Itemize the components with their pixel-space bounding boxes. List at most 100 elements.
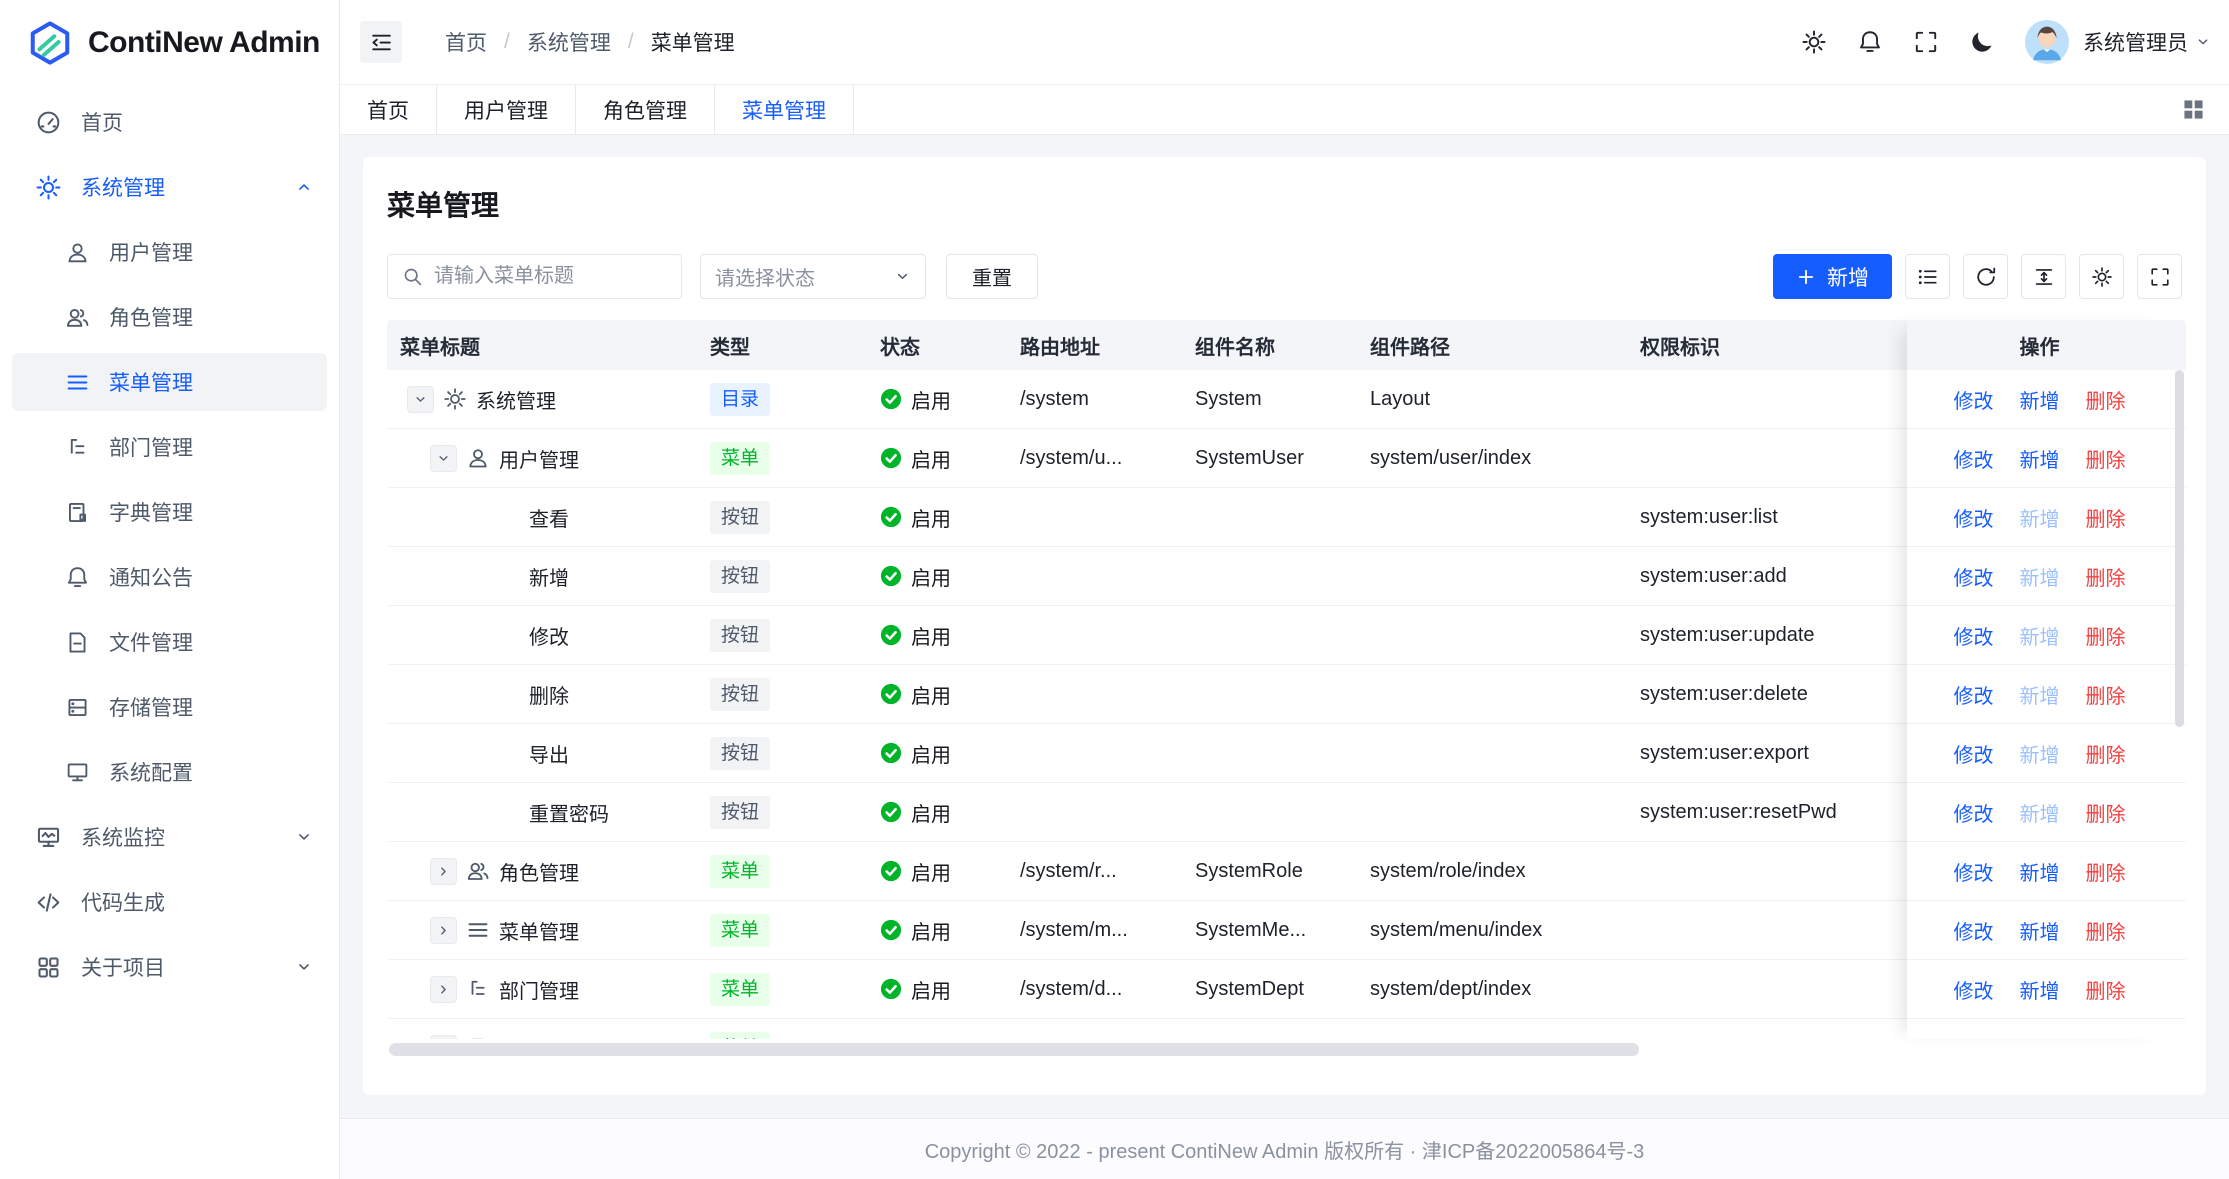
sidebar-item[interactable]: 部门管理	[12, 418, 327, 476]
add-link[interactable]: 新增	[2020, 975, 2060, 1004]
sidebar-item[interactable]: 关于项目	[12, 938, 327, 996]
fullscreen-button[interactable]	[1898, 20, 1954, 64]
status-cell: 启用	[867, 916, 1007, 945]
add-link[interactable]: 新增	[2020, 562, 2060, 591]
search-input[interactable]	[434, 265, 667, 288]
add-link[interactable]: 新增	[2020, 503, 2060, 532]
breadcrumb-item[interactable]: 系统管理	[527, 27, 611, 57]
add-link[interactable]: 新增	[2020, 444, 2060, 473]
add-link[interactable]: 新增	[2020, 916, 2060, 945]
horizontal-scrollbar[interactable]	[389, 1043, 1639, 1056]
sidebar-item[interactable]: 文件管理	[12, 613, 327, 671]
edit-link[interactable]: 修改	[1954, 503, 1994, 532]
gear-button[interactable]	[2079, 254, 2124, 299]
moon-button[interactable]	[1954, 20, 2010, 64]
sidebar-item[interactable]: 角色管理	[12, 288, 327, 346]
menu-title: 系统管理	[476, 385, 556, 414]
app-title: ContiNew Admin	[88, 26, 320, 60]
delete-link[interactable]: 删除	[2086, 916, 2126, 945]
sidebar-item[interactable]: 系统配置	[12, 743, 327, 801]
status-cell: 启用	[867, 562, 1007, 591]
edit-link[interactable]: 修改	[1954, 975, 1994, 1004]
delete-link[interactable]: 删除	[2086, 562, 2126, 591]
delete-link[interactable]: 删除	[2086, 385, 2126, 414]
expand-button[interactable]	[430, 858, 457, 885]
tab[interactable]: 角色管理	[576, 85, 715, 134]
delete-link[interactable]: 删除	[2086, 621, 2126, 650]
tab[interactable]: 菜单管理	[715, 85, 854, 134]
edit-link[interactable]: 修改	[1954, 385, 1994, 414]
type-badge: 按钮	[710, 619, 770, 652]
edit-link[interactable]: 修改	[1954, 562, 1994, 591]
route-cell: /system/u...	[1007, 447, 1182, 470]
actions-column-header: 操作	[1907, 320, 2172, 370]
monitor-icon	[35, 824, 62, 851]
delete-link[interactable]: 删除	[2086, 503, 2126, 532]
delete-link[interactable]: 删除	[2086, 1034, 2126, 1040]
expand-button[interactable]	[430, 1035, 457, 1040]
tab[interactable]: 首页	[340, 85, 437, 134]
breadcrumb-item[interactable]: 菜单管理	[651, 27, 735, 57]
avatar[interactable]	[2024, 19, 2070, 65]
add-link[interactable]: 新增	[2020, 798, 2060, 827]
delete-link[interactable]: 删除	[2086, 739, 2126, 768]
status-select[interactable]: 请选择状态	[700, 254, 926, 299]
add-link[interactable]: 新增	[2020, 739, 2060, 768]
expand-button[interactable]	[430, 445, 457, 472]
row-actions: 修改 新增 删除	[1907, 547, 2172, 606]
tab-layout-button[interactable]	[2179, 95, 2208, 124]
gear-button[interactable]	[1786, 20, 1842, 64]
delete-link[interactable]: 删除	[2086, 857, 2126, 886]
expand-button[interactable]	[430, 917, 457, 944]
edit-link[interactable]: 修改	[1954, 1034, 1994, 1040]
edit-link[interactable]: 修改	[1954, 857, 1994, 886]
sidebar-item[interactable]: 首页	[12, 93, 327, 151]
sidebar-item[interactable]: 系统管理	[12, 158, 327, 216]
refresh-icon	[1975, 266, 1997, 288]
sidebar-collapse-button[interactable]	[360, 21, 402, 63]
edit-link[interactable]: 修改	[1954, 739, 1994, 768]
bell-button[interactable]	[1842, 20, 1898, 64]
bell-icon	[65, 565, 90, 590]
edit-link[interactable]: 修改	[1954, 680, 1994, 709]
status-badge: 启用	[880, 444, 951, 473]
plus-icon	[1796, 267, 1816, 287]
delete-link[interactable]: 删除	[2086, 975, 2126, 1004]
add-link[interactable]: 新增	[2020, 857, 2060, 886]
type-cell: 按钮	[697, 501, 867, 534]
sidebar-item[interactable]: 字典管理	[12, 483, 327, 541]
gear-icon	[2091, 266, 2113, 288]
expand-button[interactable]	[430, 976, 457, 1003]
line-height-button[interactable]	[2021, 254, 2066, 299]
breadcrumb-item[interactable]: 首页	[445, 27, 487, 57]
sidebar-item[interactable]: 通知公告	[12, 548, 327, 606]
add-button[interactable]: 新增	[1773, 254, 1892, 299]
edit-link[interactable]: 修改	[1954, 444, 1994, 473]
status-badge: 启用	[880, 798, 951, 827]
list-button[interactable]	[1905, 254, 1950, 299]
reset-button[interactable]: 重置	[946, 254, 1038, 299]
add-link[interactable]: 新增	[2020, 621, 2060, 650]
sidebar-item[interactable]: 存储管理	[12, 678, 327, 736]
refresh-button[interactable]	[1963, 254, 2008, 299]
edit-link[interactable]: 修改	[1954, 916, 1994, 945]
sidebar-item[interactable]: 菜单管理	[12, 353, 327, 411]
delete-link[interactable]: 删除	[2086, 798, 2126, 827]
vertical-scrollbar[interactable]	[2175, 370, 2184, 727]
sidebar-item[interactable]: 用户管理	[12, 223, 327, 281]
expand-button[interactable]	[407, 386, 434, 413]
edit-link[interactable]: 修改	[1954, 621, 1994, 650]
fullscreen-button[interactable]	[2137, 254, 2182, 299]
tab[interactable]: 用户管理	[437, 85, 576, 134]
row-actions: 修改 新增 删除	[1907, 960, 2172, 1019]
delete-link[interactable]: 删除	[2086, 680, 2126, 709]
user-name[interactable]: 系统管理员	[2083, 27, 2188, 57]
sidebar-item[interactable]: 系统监控	[12, 808, 327, 866]
add-link[interactable]: 新增	[2020, 385, 2060, 414]
add-link[interactable]: 新增	[2020, 1034, 2060, 1040]
edit-link[interactable]: 修改	[1954, 798, 1994, 827]
add-link[interactable]: 新增	[2020, 680, 2060, 709]
sidebar-item[interactable]: 代码生成	[12, 873, 327, 931]
delete-link[interactable]: 删除	[2086, 444, 2126, 473]
menu-title: 重置密码	[529, 798, 609, 827]
